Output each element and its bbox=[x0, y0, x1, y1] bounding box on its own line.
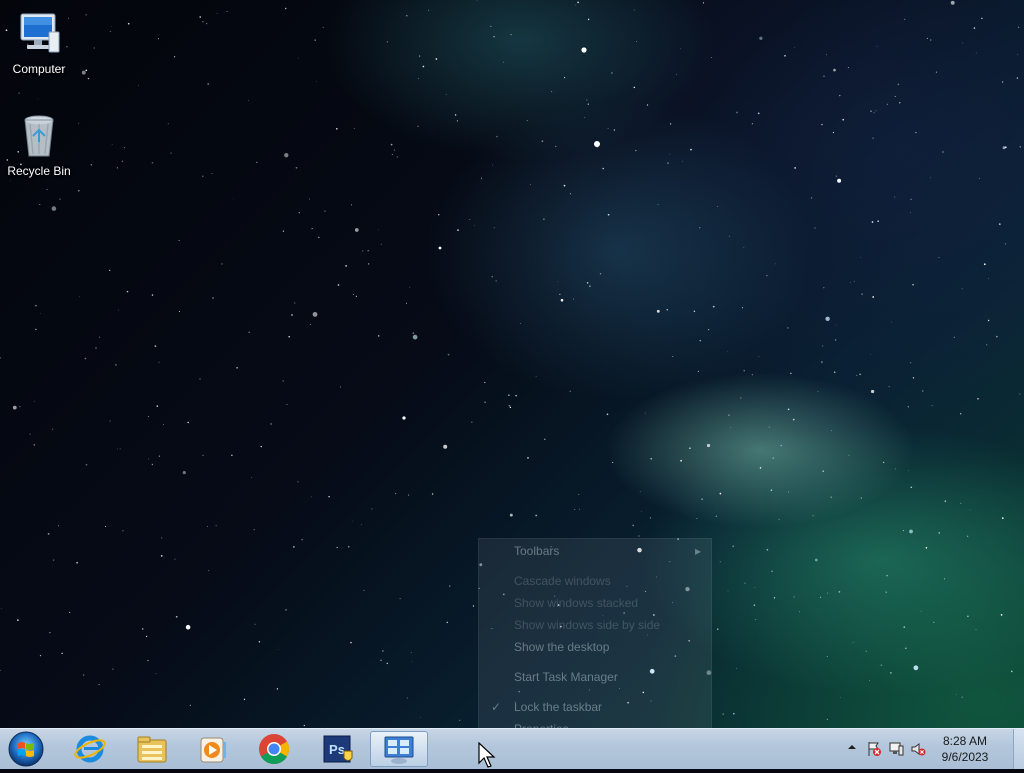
menu-item-side-by-side[interactable]: Show windows side by side bbox=[479, 615, 711, 635]
menu-item-stacked[interactable]: Show windows stacked bbox=[479, 593, 711, 613]
windows-orb-icon bbox=[8, 731, 44, 767]
menu-item-label: Lock the taskbar bbox=[514, 700, 603, 714]
photoshop-icon: Ps bbox=[323, 735, 353, 763]
taskbar-internet-explorer[interactable] bbox=[62, 731, 118, 767]
menu-item-label: Show windows side by side bbox=[514, 618, 661, 632]
chevron-up-icon[interactable] bbox=[844, 739, 860, 755]
system-tray: 8:28 AM 9/6/2023 bbox=[834, 729, 1024, 769]
taskbar-control-panel[interactable] bbox=[370, 731, 428, 767]
desktop-icon-recycle-bin[interactable]: Recycle Bin bbox=[0, 112, 78, 178]
menu-item-label: Start Task Manager bbox=[514, 670, 618, 684]
clock[interactable]: 8:28 AM 9/6/2023 bbox=[934, 733, 996, 765]
taskbar-media-player[interactable] bbox=[184, 731, 240, 767]
menu-item-show-desktop[interactable]: Show the desktop bbox=[479, 637, 711, 657]
clock-time: 8:28 AM bbox=[942, 734, 988, 748]
internet-explorer-icon bbox=[74, 735, 106, 763]
desktop-icon-label: Recycle Bin bbox=[7, 164, 71, 178]
menu-item-label: Properties bbox=[514, 719, 569, 728]
checkmark-icon: ✓ bbox=[491, 700, 502, 714]
taskbar-chrome[interactable] bbox=[246, 731, 302, 767]
menu-item-properties[interactable]: Properties bbox=[479, 719, 711, 728]
taskbar[interactable]: Ps 8:28 AM 9/6/2023 bbox=[0, 728, 1024, 769]
taskbar-photoshop[interactable]: Ps bbox=[310, 731, 366, 767]
desktop-icon-label: Computer bbox=[12, 62, 66, 76]
menu-item-start-task-manager[interactable]: Start Task Manager bbox=[479, 667, 711, 687]
network-icon[interactable] bbox=[888, 741, 904, 757]
mouse-cursor-icon bbox=[478, 742, 496, 768]
show-desktop-button[interactable] bbox=[1013, 729, 1024, 769]
control-panel-icon bbox=[384, 736, 414, 764]
desktop-icon-computer[interactable]: Computer bbox=[0, 10, 78, 76]
media-player-icon bbox=[200, 737, 226, 763]
folder-icon bbox=[137, 736, 167, 763]
volume-muted-icon[interactable] bbox=[910, 741, 926, 757]
recycle-bin-icon bbox=[15, 112, 63, 160]
clock-date: 9/6/2023 bbox=[941, 750, 989, 764]
taskbar-context-menu: Toolbars ▸ Cascade windows Show windows … bbox=[478, 538, 712, 728]
menu-item-label: Toolbars bbox=[514, 544, 560, 558]
chevron-right-icon: ▸ bbox=[694, 544, 701, 558]
computer-icon bbox=[15, 10, 63, 58]
menu-item-label: Show windows stacked bbox=[514, 596, 639, 610]
taskbar-windows-explorer[interactable] bbox=[124, 731, 180, 767]
start-button[interactable] bbox=[6, 730, 46, 768]
menu-item-label: Cascade windows bbox=[514, 574, 611, 588]
photoshop-icon-text: Ps bbox=[329, 742, 345, 757]
menu-item-label: Show the desktop bbox=[514, 640, 610, 654]
menu-item-lock-taskbar[interactable]: ✓ Lock the taskbar bbox=[479, 697, 711, 717]
desktop-wallpaper[interactable]: Computer Recycle Bin Toolbars ▸ Cascade … bbox=[0, 0, 1024, 728]
menu-item-cascade-windows[interactable]: Cascade windows bbox=[479, 571, 711, 591]
action-center-icon[interactable] bbox=[866, 741, 882, 757]
chrome-icon bbox=[259, 734, 290, 765]
menu-item-toolbars[interactable]: Toolbars ▸ bbox=[479, 541, 711, 561]
